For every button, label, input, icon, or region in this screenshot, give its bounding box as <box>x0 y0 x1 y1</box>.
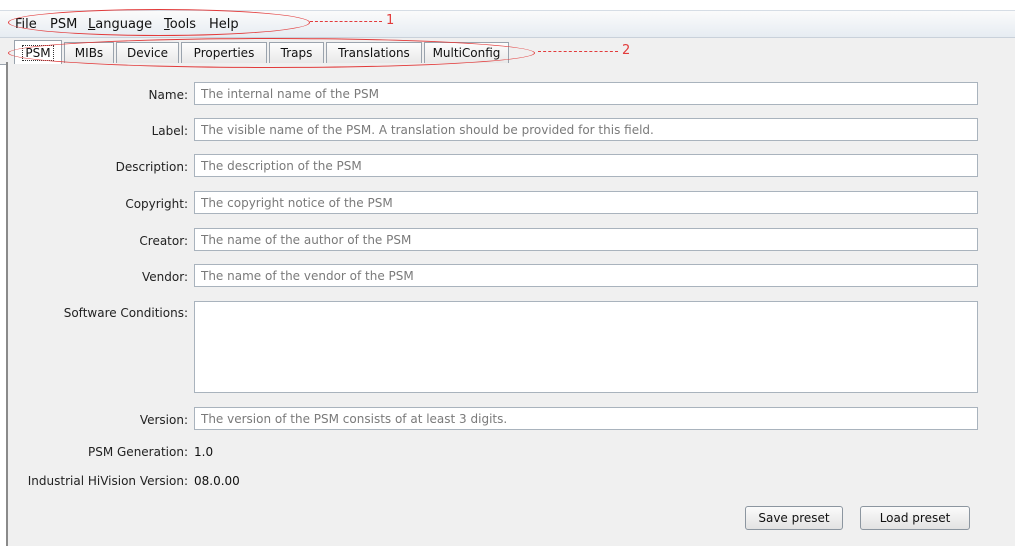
label-field[interactable] <box>194 118 978 141</box>
tabs-annotation-line <box>538 51 618 52</box>
vendor-field[interactable] <box>194 264 978 287</box>
software-conditions-label: Software Conditions: <box>63 306 188 320</box>
menu-annotation-number: 1 <box>386 13 395 28</box>
hivision-version-value: 08.0.00 <box>194 474 240 488</box>
version-label: Version: <box>139 413 188 427</box>
software-conditions-textarea[interactable] <box>194 301 978 393</box>
psm-generation-label: PSM Generation: <box>87 445 188 459</box>
tabs-annotation-ellipse <box>8 38 535 68</box>
description-label: Description: <box>115 160 188 174</box>
hivision-version-label: Industrial HiVision Version: <box>27 474 188 488</box>
menu-annotation-line <box>310 21 382 22</box>
name-label: Name: <box>148 88 188 102</box>
label-label: Label: <box>151 124 188 138</box>
tabs-annotation-number: 2 <box>622 43 631 58</box>
version-field[interactable] <box>194 407 978 430</box>
copyright-field[interactable] <box>194 191 978 214</box>
vendor-label: Vendor: <box>142 270 188 284</box>
creator-label: Creator: <box>139 234 188 248</box>
save-preset-button[interactable]: Save preset <box>745 506 843 530</box>
psm-editor-window: File PSM Language Tools Help PSM MIBs De… <box>0 0 1015 546</box>
psm-generation-value: 1.0 <box>194 445 214 459</box>
load-preset-button[interactable]: Load preset <box>860 506 970 530</box>
description-field[interactable] <box>194 154 978 177</box>
name-field[interactable] <box>194 82 978 105</box>
psm-tab-panel: Name: Label: Description: Copyright: Cre… <box>8 64 1015 546</box>
menu-annotation-ellipse <box>8 9 310 36</box>
copyright-label: Copyright: <box>125 197 188 211</box>
creator-field[interactable] <box>194 228 978 251</box>
